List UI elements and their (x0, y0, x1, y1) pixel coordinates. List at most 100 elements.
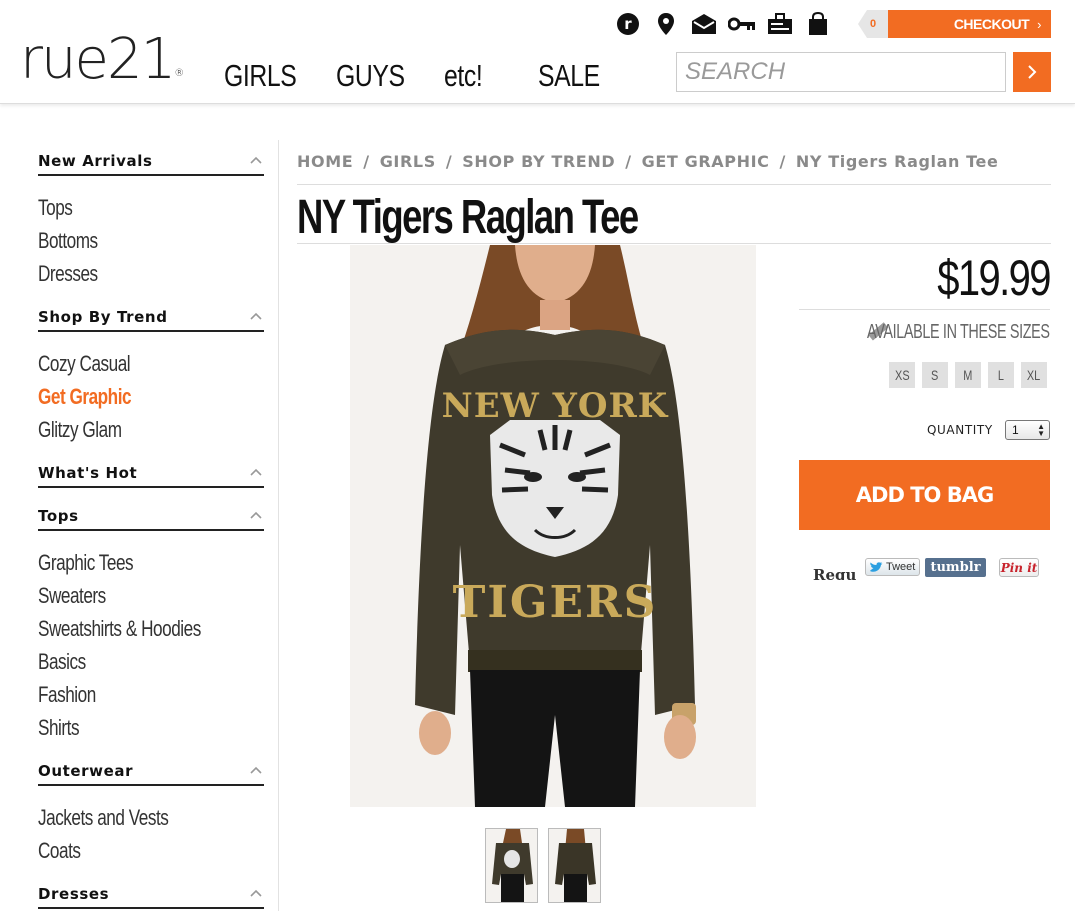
size-label: M (963, 367, 973, 383)
cart-count-badge[interactable]: 0 (858, 10, 888, 38)
sidebar-item-jackets-vests[interactable]: Jackets and Vests (38, 803, 214, 836)
sidebar-section-shop-by-trend: Shop By Trend Cozy Casual Get Graphic Gl… (38, 296, 264, 452)
size-label: XS (894, 367, 910, 383)
tweet-button[interactable]: Tweet (865, 558, 920, 576)
location-pin-icon[interactable] (652, 10, 680, 38)
product-price: $19.99 (799, 250, 1052, 310)
checkout-label[interactable]: CHECKOUT (954, 16, 1030, 32)
sidebar-item-dresses[interactable]: Dresses (38, 259, 214, 292)
sidebar-item-bottoms[interactable]: Bottoms (38, 226, 214, 259)
registered-mark: ® (174, 68, 184, 79)
chevron-up-icon (250, 312, 262, 320)
envelope-icon[interactable] (690, 10, 718, 38)
select-arrows-icon: ▲ ▼ (1037, 422, 1045, 438)
shopping-bag-icon[interactable] (804, 10, 832, 38)
product-main-image[interactable]: NEW YORK TIGERS (350, 245, 756, 807)
tumblr-button[interactable]: tumblr (925, 558, 986, 577)
sidebar-item-coats[interactable]: Coats (38, 836, 214, 869)
quantity-label: QUANTITY (927, 423, 993, 437)
breadcrumb-get-graphic[interactable]: GET GRAPHIC (642, 152, 770, 171)
product-thumbnail-front[interactable] (485, 828, 538, 903)
sidebar-item-glitzy-glam[interactable]: Glitzy Glam (38, 415, 214, 448)
sidebar-section-outerwear: Outerwear Jackets and Vests Coats (38, 750, 264, 873)
size-selector: XS S M L XL (889, 362, 1054, 388)
nav-guys[interactable]: GUYS (336, 56, 422, 96)
size-option-s[interactable]: S (922, 362, 948, 388)
sidebar-heading-label: Outerwear (38, 762, 134, 780)
chevron-up-icon (250, 766, 262, 774)
sidebar-heading[interactable]: Shop By Trend (38, 296, 264, 332)
svg-text:r: r (624, 15, 632, 33)
logo-text[interactable]: rue21 (20, 27, 176, 92)
size-availability-heading: AVAILABLE IN THESE SIZES (860, 318, 1050, 346)
sidebar-item-get-graphic[interactable]: Get Graphic (38, 382, 214, 415)
social-partial-text: Requ (813, 566, 857, 580)
breadcrumb-separator: / (363, 152, 370, 171)
breadcrumb-separator: / (445, 152, 453, 171)
size-availability-label: AVAILABLE IN THESE SIZES (867, 320, 1050, 343)
sidebar-heading-label: Tops (38, 507, 79, 525)
nav-sale[interactable]: SALE (538, 56, 602, 96)
size-option-m[interactable]: M (955, 362, 981, 388)
chevron-right-icon: › (1037, 16, 1041, 32)
shirt-print-bottom-text: TIGERS (453, 577, 658, 628)
sidebar-heading[interactable]: What's Hot (38, 452, 264, 488)
rue21-circle-icon[interactable]: r (614, 10, 642, 38)
sidebar-item-tops[interactable]: Tops (38, 193, 214, 226)
sidebar-item-sweatshirts-hoodies[interactable]: Sweatshirts & Hoodies (38, 614, 214, 647)
sidebar-section-tops: Tops Graphic Tees Sweaters Sweatshirts &… (38, 495, 264, 750)
product-price-value: $19.99 (937, 250, 1051, 306)
checkout-button[interactable]: CHECKOUT › (888, 10, 1051, 38)
sidebar-item-fashion[interactable]: Fashion (38, 680, 214, 713)
sidebar-heading-label: Dresses (38, 885, 110, 903)
breadcrumb-shop-by-trend[interactable]: SHOP BY TREND (462, 152, 615, 171)
gift-card-icon[interactable] (766, 10, 794, 38)
sidebar-item-graphic-tees[interactable]: Graphic Tees (38, 548, 214, 581)
breadcrumb-separator: / (625, 152, 632, 171)
add-to-bag-button[interactable]: ADD TO BAG (799, 460, 1050, 530)
key-icon[interactable] (728, 10, 756, 38)
sidebar-item-cozy-casual[interactable]: Cozy Casual (38, 349, 214, 382)
utility-bar: r (614, 10, 842, 38)
sidebar-item-shirts[interactable]: Shirts (38, 713, 214, 746)
size-option-l[interactable]: L (988, 362, 1014, 388)
sidebar-heading[interactable]: Outerwear (38, 750, 264, 786)
chevron-up-icon (250, 889, 262, 897)
product-title-text: NY Tigers Raglan Tee (297, 191, 639, 244)
sidebar-section-dresses: Dresses (38, 873, 264, 909)
size-option-xl[interactable]: XL (1021, 362, 1047, 388)
size-option-xs[interactable]: XS (889, 362, 915, 388)
sidebar-heading-label: Shop By Trend (38, 308, 168, 326)
rue21-logo[interactable]: rue21® (20, 27, 184, 106)
tweet-label: Tweet (886, 561, 916, 573)
chevron-up-icon (250, 468, 262, 476)
product-thumbnail-back[interactable] (548, 828, 601, 903)
nav-etc[interactable]: etc! (444, 56, 519, 96)
sidebar-heading[interactable]: Dresses (38, 873, 264, 909)
nav-girls[interactable]: GIRLS (224, 56, 314, 96)
sidebar-heading-label: New Arrivals (38, 152, 153, 170)
chevron-right-icon (1028, 65, 1037, 79)
breadcrumb-home[interactable]: HOME (297, 152, 353, 171)
quantity-value: 1 (1012, 423, 1019, 437)
size-label: S (931, 367, 939, 383)
chevron-up-icon (250, 156, 262, 164)
sidebar-item-basics[interactable]: Basics (38, 647, 214, 680)
size-label: L (997, 367, 1005, 383)
chevron-up-icon (250, 511, 262, 519)
sidebar-item-sweaters[interactable]: Sweaters (38, 581, 214, 614)
product-title: NY Tigers Raglan Tee (297, 190, 1051, 244)
search-input[interactable] (676, 52, 1006, 92)
breadcrumb-separator: / (779, 152, 786, 171)
size-label: XL (1027, 367, 1041, 383)
product-photo: NEW YORK TIGERS (350, 245, 756, 807)
site-header: rue21® GIRLS GUYS etc! SALE r 0 CHECKOUT… (0, 0, 1075, 104)
category-sidebar: New Arrivals Tops Bottoms Dresses Shop B… (38, 140, 264, 909)
quantity-select[interactable]: 1 ▲ ▼ (1005, 420, 1050, 440)
breadcrumb-girls[interactable]: GIRLS (380, 152, 436, 171)
sidebar-heading[interactable]: Tops (38, 495, 264, 531)
sidebar-section-whats-hot: What's Hot (38, 452, 264, 495)
pinterest-button[interactable]: Pin it (999, 558, 1039, 577)
search-submit-button[interactable] (1013, 52, 1051, 92)
sidebar-heading[interactable]: New Arrivals (38, 140, 264, 176)
